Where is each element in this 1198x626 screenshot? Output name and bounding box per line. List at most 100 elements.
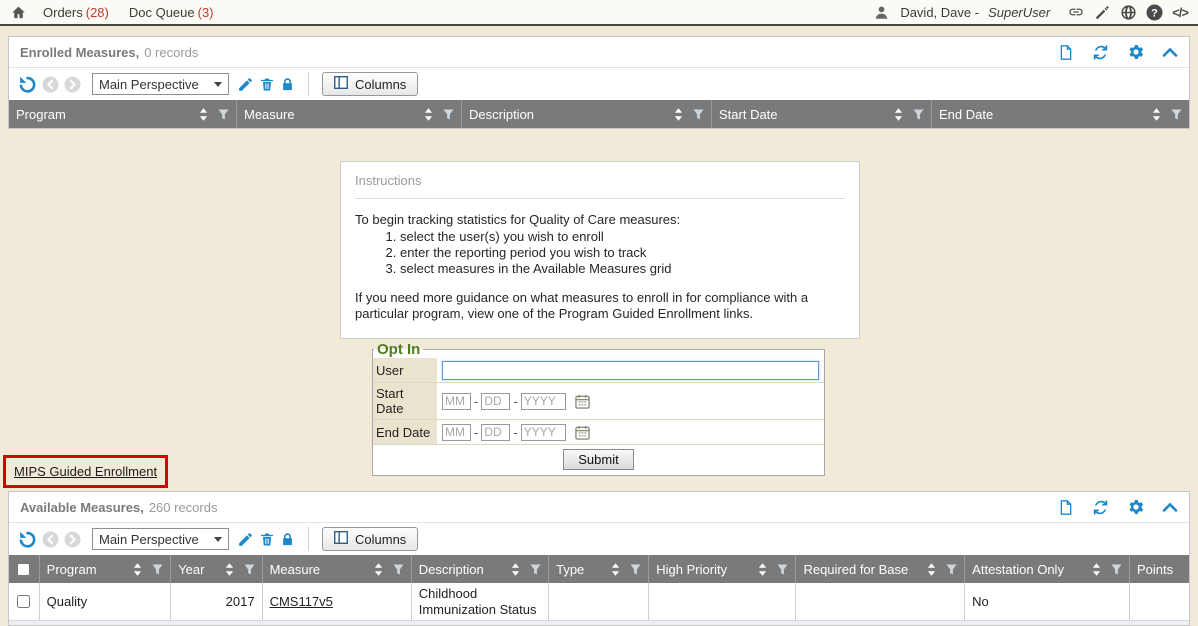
filter-funnel-icon[interactable] xyxy=(218,109,229,120)
column-header-start-date[interactable]: Start Date xyxy=(712,100,932,128)
start-day-input[interactable] xyxy=(481,393,510,410)
sort-icon[interactable] xyxy=(374,563,383,576)
start-year-input[interactable] xyxy=(521,393,566,410)
prev-icon[interactable] xyxy=(42,76,59,93)
column-header-end-date[interactable]: End Date xyxy=(932,100,1189,128)
submit-button[interactable]: Submit xyxy=(563,449,633,470)
row-high-priority-cell xyxy=(649,583,796,620)
sort-icon[interactable] xyxy=(894,108,903,121)
edit-pencil-icon[interactable] xyxy=(237,76,254,93)
new-document-icon[interactable] xyxy=(1058,498,1074,517)
help-icon[interactable]: ? xyxy=(1146,4,1163,21)
column-header-description[interactable]: Description xyxy=(412,555,549,583)
available-panel-title: Available Measures, xyxy=(20,500,144,515)
sort-icon[interactable] xyxy=(199,108,208,121)
code-icon[interactable]: </> xyxy=(1172,5,1188,20)
column-header-program[interactable]: Program xyxy=(9,100,237,128)
sort-icon[interactable] xyxy=(424,108,433,121)
end-month-input[interactable] xyxy=(442,424,471,441)
next-icon[interactable] xyxy=(64,76,81,93)
filter-funnel-icon[interactable] xyxy=(1171,109,1182,120)
filter-funnel-icon[interactable] xyxy=(1111,564,1122,575)
next-icon[interactable] xyxy=(64,531,81,548)
refresh-icon[interactable] xyxy=(1091,43,1110,62)
sort-icon[interactable] xyxy=(758,563,767,576)
start-month-input[interactable] xyxy=(442,393,471,410)
sort-icon[interactable] xyxy=(1152,108,1161,121)
row-checkbox[interactable] xyxy=(17,595,30,608)
select-all-checkbox[interactable] xyxy=(17,563,30,576)
column-header-points[interactable]: Points xyxy=(1130,555,1189,583)
globe-icon[interactable] xyxy=(1120,4,1137,21)
column-header-label: Required for Base xyxy=(803,562,921,577)
column-header-year[interactable]: Year xyxy=(171,555,262,583)
column-header-label: Attestation Only xyxy=(972,562,1086,577)
perspective-dropdown[interactable]: Main Perspective xyxy=(92,528,229,550)
refresh-icon[interactable] xyxy=(1091,498,1110,517)
column-header-program[interactable]: Program xyxy=(40,555,172,583)
filter-funnel-icon[interactable] xyxy=(693,109,704,120)
filter-funnel-icon[interactable] xyxy=(152,564,163,575)
sort-icon[interactable] xyxy=(225,563,234,576)
filter-funnel-icon[interactable] xyxy=(630,564,641,575)
edit-pencil-icon[interactable] xyxy=(237,531,254,548)
collapse-icon[interactable] xyxy=(1162,502,1178,512)
enrolled-panel-title: Enrolled Measures, xyxy=(20,45,139,60)
available-panel-actions xyxy=(1058,498,1178,517)
home-icon[interactable] xyxy=(10,5,27,20)
delete-trash-icon[interactable] xyxy=(259,76,275,93)
columns-button[interactable]: Columns xyxy=(322,72,418,96)
instructions-step: select measures in the Available Measure… xyxy=(400,261,845,276)
nav-orders-label: Orders xyxy=(43,5,83,20)
filter-funnel-icon[interactable] xyxy=(530,564,541,575)
sort-icon[interactable] xyxy=(1092,563,1101,576)
wand-icon[interactable] xyxy=(1094,4,1111,21)
end-day-input[interactable] xyxy=(481,424,510,441)
prev-icon[interactable] xyxy=(42,531,59,548)
column-header-measure[interactable]: Measure xyxy=(263,555,412,583)
filter-funnel-icon[interactable] xyxy=(913,109,924,120)
sort-icon[interactable] xyxy=(674,108,683,121)
filter-funnel-icon[interactable] xyxy=(244,564,255,575)
calendar-icon[interactable] xyxy=(575,394,590,409)
lock-icon[interactable] xyxy=(280,531,295,548)
columns-button[interactable]: Columns xyxy=(322,527,418,551)
column-header-required-for-base[interactable]: Required for Base xyxy=(796,555,965,583)
filter-funnel-icon[interactable] xyxy=(946,564,957,575)
link-icon[interactable] xyxy=(1067,4,1085,20)
column-header-measure[interactable]: Measure xyxy=(237,100,462,128)
chevron-down-icon xyxy=(214,537,222,542)
column-header-high-priority[interactable]: High Priority xyxy=(649,555,796,583)
column-header-label: Measure xyxy=(270,562,368,577)
end-year-input[interactable] xyxy=(521,424,566,441)
nav-doc-queue[interactable]: Doc Queue(3) xyxy=(129,5,214,20)
perspective-dropdown[interactable]: Main Perspective xyxy=(92,73,229,95)
column-header-label: Type xyxy=(556,562,605,577)
undo-icon[interactable] xyxy=(18,75,37,94)
sort-icon[interactable] xyxy=(611,563,620,576)
sort-icon[interactable] xyxy=(927,563,936,576)
top-navigation-bar: Orders(28) Doc Queue(3) David, Dave - Su… xyxy=(0,0,1198,26)
nav-orders[interactable]: Orders(28) xyxy=(43,5,109,20)
sort-icon[interactable] xyxy=(511,563,520,576)
column-header-description[interactable]: Description xyxy=(462,100,712,128)
measure-link[interactable]: CMS117v5 xyxy=(270,594,333,610)
instructions-step: enter the reporting period you wish to t… xyxy=(400,245,845,260)
lock-icon[interactable] xyxy=(280,76,295,93)
filter-funnel-icon[interactable] xyxy=(443,109,454,120)
gear-icon[interactable] xyxy=(1127,498,1145,516)
undo-icon[interactable] xyxy=(18,530,37,549)
collapse-icon[interactable] xyxy=(1162,47,1178,57)
instructions-footer: If you need more guidance on what measur… xyxy=(355,290,845,323)
sort-icon[interactable] xyxy=(133,563,142,576)
column-header-attestation-only[interactable]: Attestation Only xyxy=(965,555,1130,583)
user-input[interactable] xyxy=(442,361,819,380)
delete-trash-icon[interactable] xyxy=(259,531,275,548)
calendar-icon[interactable] xyxy=(575,425,590,440)
filter-funnel-icon[interactable] xyxy=(777,564,788,575)
new-document-icon[interactable] xyxy=(1058,43,1074,62)
mips-guided-enrollment-link[interactable]: MIPS Guided Enrollment xyxy=(14,464,157,479)
filter-funnel-icon[interactable] xyxy=(393,564,404,575)
column-header-type[interactable]: Type xyxy=(549,555,649,583)
gear-icon[interactable] xyxy=(1127,43,1145,61)
